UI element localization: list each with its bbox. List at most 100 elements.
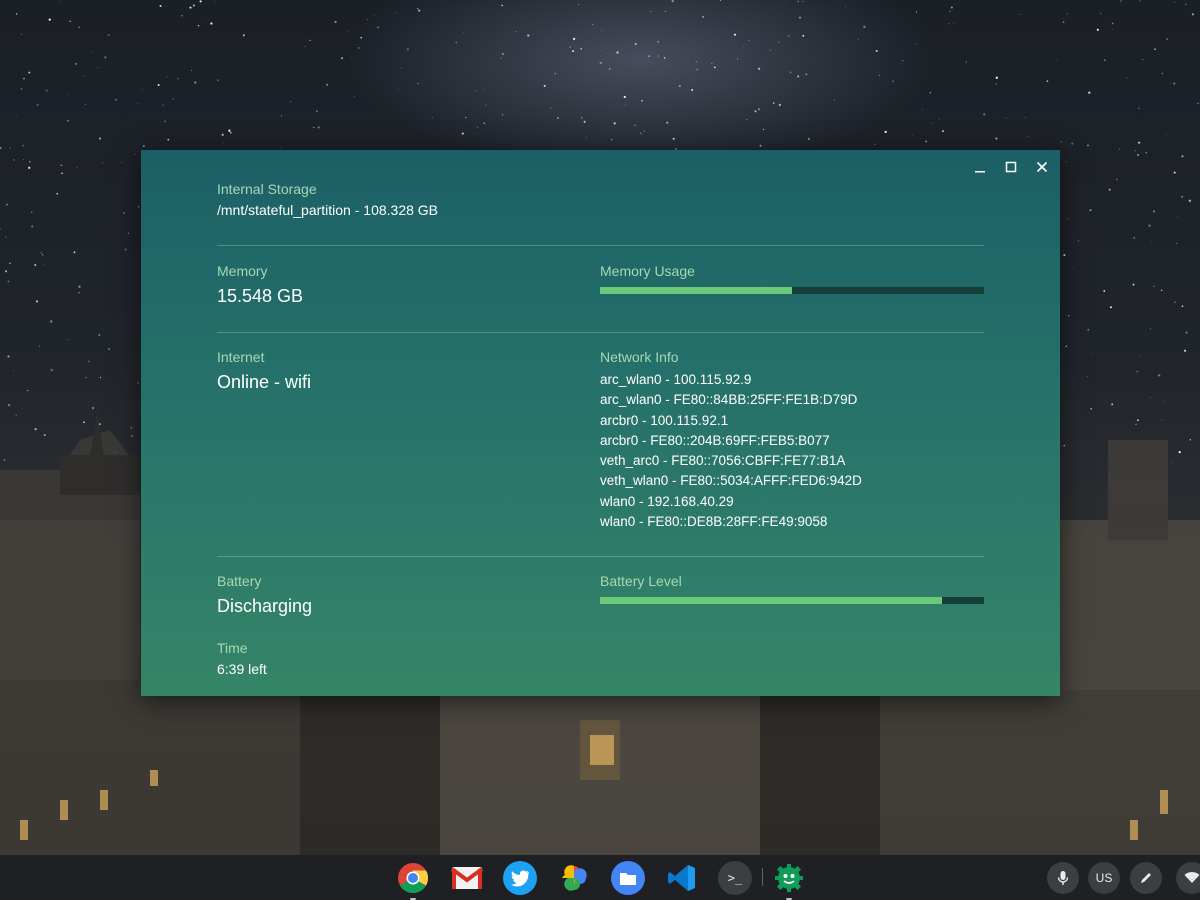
twitter-app[interactable] [503,861,537,895]
star [102,162,104,164]
star [500,57,502,59]
star [41,254,44,256]
star [455,41,457,44]
star [1120,0,1122,2]
network-info-item: veth_wlan0 - FE80::5034:AFFF:FED6:942D [600,473,862,489]
star [476,133,478,134]
star [1181,155,1184,158]
star [124,248,127,251]
star [304,46,306,47]
star [13,370,15,372]
terminal-app[interactable]: >_ [718,861,752,895]
star [1066,217,1069,220]
star [7,355,10,358]
battery-level-bar [600,597,984,604]
maximize-button[interactable] [1000,156,1021,177]
star [143,145,145,147]
star [1136,370,1139,373]
star [737,58,739,60]
star [678,85,681,88]
star [315,110,318,113]
star [1005,117,1007,119]
close-button[interactable] [1031,156,1052,177]
star [326,83,329,86]
star [580,48,582,50]
star [515,31,517,32]
star [1056,60,1058,62]
star [164,120,166,123]
star [7,280,10,283]
terminal-icon: >_ [727,871,743,885]
star [556,117,559,120]
star [1154,48,1156,51]
star [1126,77,1128,79]
star [48,18,51,21]
star [354,96,356,97]
google-photos-app[interactable] [557,861,591,895]
star [97,67,99,69]
minimize-button[interactable] [969,156,990,177]
star [983,113,986,116]
star [68,93,70,95]
star [1109,306,1112,309]
star [784,3,786,4]
star [892,80,895,83]
star [166,76,168,78]
star [613,122,616,125]
star [884,130,887,134]
vscode-app[interactable] [665,861,699,895]
star [1137,419,1139,422]
star [1116,178,1118,181]
star [157,83,160,87]
star [199,0,202,3]
star [1068,315,1070,317]
star [658,55,659,57]
gmail-app[interactable] [450,861,484,895]
star [75,62,78,65]
star [334,20,337,23]
microphone-icon [1057,871,1069,885]
stylus-tools-button[interactable] [1130,862,1162,894]
system-info-app[interactable] [772,861,806,900]
files-app[interactable] [611,861,645,895]
twitter-icon [511,870,529,887]
system-tray-button[interactable] [1176,862,1200,894]
star [1028,135,1029,137]
network-info-list: arc_wlan0 - 100.115.92.9 arc_wlan0 - FE80… [600,370,984,532]
star [114,98,118,101]
star [953,23,955,24]
star [280,115,283,117]
internet-section: Internet Online - wifi [217,349,311,393]
chrome-icon [398,863,429,894]
star [137,206,140,208]
star [769,49,771,51]
star [1163,401,1164,403]
network-info-item: arcbr0 - 100.115.92.1 [600,412,729,428]
star [34,264,37,266]
star [1118,148,1121,150]
star [1096,28,1099,31]
star [789,71,792,74]
star [357,46,360,49]
star [1065,161,1067,163]
memory-usage-bar [600,287,984,294]
star [172,98,175,100]
star [40,251,42,254]
star [202,17,203,18]
star [1087,328,1090,331]
star [43,434,46,436]
star [23,159,24,161]
star [27,390,29,392]
star [309,39,311,42]
star [746,118,748,121]
divider [217,245,984,246]
keyboard-layout-button[interactable]: US [1088,862,1120,894]
star [623,95,626,99]
memory-usage-label: Memory Usage [600,263,695,279]
microphone-button[interactable] [1047,862,1079,894]
internet-value: Online - wifi [217,372,312,392]
star [31,225,34,228]
star [127,232,130,234]
star [76,166,78,168]
chrome-app[interactable] [396,861,430,900]
